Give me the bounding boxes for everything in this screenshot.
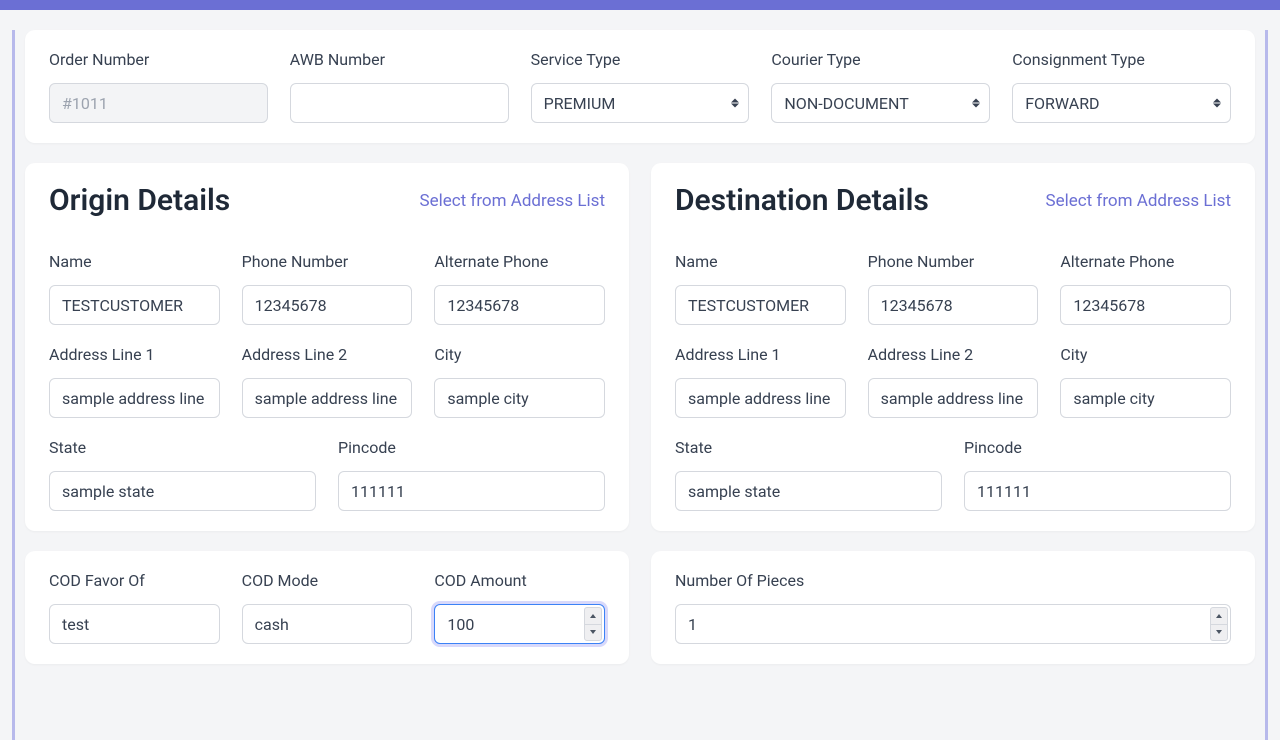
pieces-card: Number Of Pieces bbox=[651, 551, 1255, 664]
pieces-step-down[interactable] bbox=[1210, 624, 1228, 642]
dest-name-input[interactable] bbox=[675, 285, 846, 325]
origin-title: Origin Details bbox=[49, 183, 230, 218]
consignment-type-select[interactable] bbox=[1012, 83, 1231, 123]
consignment-type-label: Consignment Type bbox=[1012, 50, 1231, 69]
dest-state-input[interactable] bbox=[675, 471, 942, 511]
awb-number-label: AWB Number bbox=[290, 50, 509, 69]
order-number-label: Order Number bbox=[49, 50, 268, 69]
order-number-input[interactable] bbox=[49, 83, 268, 123]
origin-city-label: City bbox=[434, 345, 605, 364]
dest-name-label: Name bbox=[675, 252, 846, 271]
caret-up-icon bbox=[590, 614, 596, 618]
origin-phone-label: Phone Number bbox=[242, 252, 413, 271]
origin-city-input[interactable] bbox=[434, 378, 605, 418]
caret-down-icon bbox=[1216, 630, 1222, 634]
origin-pincode-input[interactable] bbox=[338, 471, 605, 511]
destination-title: Destination Details bbox=[675, 183, 929, 218]
dest-city-label: City bbox=[1060, 345, 1231, 364]
origin-details-card: Origin Details Select from Address List … bbox=[25, 163, 629, 531]
origin-name-input[interactable] bbox=[49, 285, 220, 325]
awb-number-field: AWB Number bbox=[290, 50, 509, 123]
service-type-field: Service Type bbox=[531, 50, 750, 123]
dest-pincode-label: Pincode bbox=[964, 438, 1231, 457]
cod-amount-input[interactable] bbox=[434, 604, 605, 644]
page-container: Order Number AWB Number Service Type Cou… bbox=[12, 30, 1268, 740]
origin-altphone-label: Alternate Phone bbox=[434, 252, 605, 271]
cod-amount-label: COD Amount bbox=[434, 571, 605, 590]
awb-number-input[interactable] bbox=[290, 83, 509, 123]
origin-select-address-link[interactable]: Select from Address List bbox=[419, 191, 605, 211]
pieces-input[interactable] bbox=[675, 604, 1231, 644]
service-type-label: Service Type bbox=[531, 50, 750, 69]
dest-city-input[interactable] bbox=[1060, 378, 1231, 418]
dest-addr2-label: Address Line 2 bbox=[868, 345, 1039, 364]
cod-amount-step-down[interactable] bbox=[584, 624, 602, 642]
pieces-label: Number Of Pieces bbox=[675, 571, 1231, 590]
origin-name-label: Name bbox=[49, 252, 220, 271]
top-accent-bar bbox=[0, 0, 1280, 10]
cod-favor-label: COD Favor Of bbox=[49, 571, 220, 590]
dest-pincode-input[interactable] bbox=[964, 471, 1231, 511]
order-info-card: Order Number AWB Number Service Type Cou… bbox=[25, 30, 1255, 143]
origin-addr2-label: Address Line 2 bbox=[242, 345, 413, 364]
pieces-step-up[interactable] bbox=[1210, 607, 1228, 624]
caret-up-icon bbox=[1216, 614, 1222, 618]
destination-details-card: Destination Details Select from Address … bbox=[651, 163, 1255, 531]
origin-pincode-label: Pincode bbox=[338, 438, 605, 457]
caret-down-icon bbox=[590, 630, 596, 634]
origin-altphone-input[interactable] bbox=[434, 285, 605, 325]
cod-mode-input[interactable] bbox=[242, 604, 413, 644]
courier-type-field: Courier Type bbox=[771, 50, 990, 123]
origin-phone-input[interactable] bbox=[242, 285, 413, 325]
dest-addr2-input[interactable] bbox=[868, 378, 1039, 418]
order-number-field: Order Number bbox=[49, 50, 268, 123]
destination-select-address-link[interactable]: Select from Address List bbox=[1045, 191, 1231, 211]
origin-addr1-input[interactable] bbox=[49, 378, 220, 418]
dest-phone-input[interactable] bbox=[868, 285, 1039, 325]
origin-state-label: State bbox=[49, 438, 316, 457]
dest-addr1-label: Address Line 1 bbox=[675, 345, 846, 364]
cod-favor-input[interactable] bbox=[49, 604, 220, 644]
dest-state-label: State bbox=[675, 438, 942, 457]
origin-addr1-label: Address Line 1 bbox=[49, 345, 220, 364]
dest-phone-label: Phone Number bbox=[868, 252, 1039, 271]
cod-card: COD Favor Of COD Mode COD Amount bbox=[25, 551, 629, 664]
dest-altphone-input[interactable] bbox=[1060, 285, 1231, 325]
origin-addr2-input[interactable] bbox=[242, 378, 413, 418]
origin-state-input[interactable] bbox=[49, 471, 316, 511]
courier-type-label: Courier Type bbox=[771, 50, 990, 69]
dest-altphone-label: Alternate Phone bbox=[1060, 252, 1231, 271]
service-type-select[interactable] bbox=[531, 83, 750, 123]
consignment-type-field: Consignment Type bbox=[1012, 50, 1231, 123]
dest-addr1-input[interactable] bbox=[675, 378, 846, 418]
courier-type-select[interactable] bbox=[771, 83, 990, 123]
cod-amount-step-up[interactable] bbox=[584, 607, 602, 624]
cod-mode-label: COD Mode bbox=[242, 571, 413, 590]
